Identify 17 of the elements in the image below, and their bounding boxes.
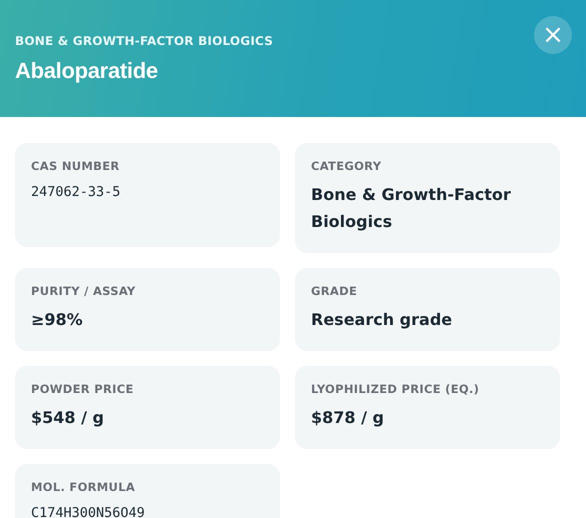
field-value: 247062-33-5 bbox=[31, 183, 122, 202]
field-label: GRADE bbox=[311, 284, 358, 298]
field-label: CAS NUMBER bbox=[31, 159, 121, 173]
field-value: ≥98% bbox=[31, 309, 84, 331]
field-label: MOL. FORMULA bbox=[31, 480, 136, 494]
field-label: LYOPHILIZED PRICE (EQ.) bbox=[311, 382, 480, 396]
field-value: Bone & Growth-Factor Biologics bbox=[311, 184, 512, 233]
field-value: Research grade bbox=[311, 309, 454, 331]
field-label: POWDER PRICE bbox=[31, 382, 135, 396]
category-label: BONE & GROWTH-FACTOR BIOLOGICS bbox=[15, 34, 274, 48]
field-value: $548 / g bbox=[31, 407, 105, 429]
field-value: C174H300N56O49 bbox=[31, 504, 146, 518]
modal-title: Abaloparatide bbox=[15, 58, 159, 84]
field-value: $878 / g bbox=[311, 407, 385, 429]
field-label: PURITY / ASSAY bbox=[31, 284, 137, 298]
field-label: CATEGORY bbox=[311, 159, 382, 173]
close-button[interactable]: × bbox=[534, 16, 572, 54]
